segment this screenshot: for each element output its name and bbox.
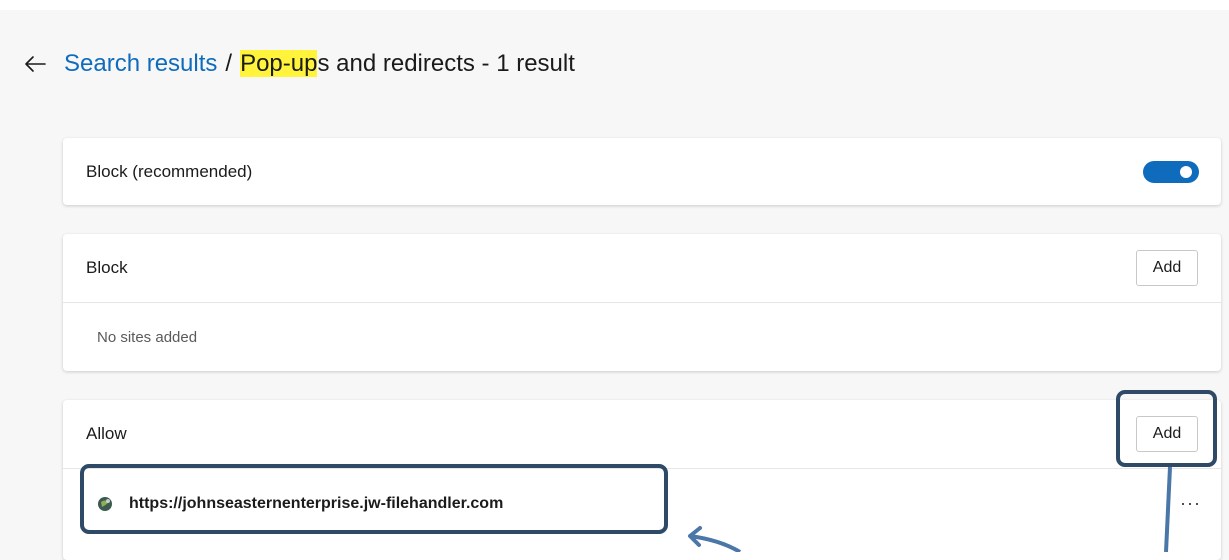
block-recommended-label: Block (recommended) bbox=[86, 161, 253, 181]
page-title: Pop-ups and redirects - 1 result bbox=[240, 50, 575, 78]
block-header-row: Block Add bbox=[63, 234, 1221, 302]
more-options-icon[interactable]: ··· bbox=[1180, 493, 1201, 514]
search-highlight: Pop-up bbox=[240, 50, 318, 77]
block-recommended-card: Block (recommended) bbox=[63, 138, 1221, 205]
allow-site-row: https://johnseasternenterprise.jw-fileha… bbox=[63, 468, 1221, 538]
block-recommended-row: Block (recommended) bbox=[63, 138, 1221, 205]
breadcrumb-separator: / bbox=[225, 50, 233, 77]
breadcrumb-search-results-link[interactable]: Search results bbox=[64, 50, 217, 78]
allow-add-button[interactable]: Add bbox=[1136, 416, 1198, 452]
toggle-knob bbox=[1180, 165, 1192, 178]
block-empty-row: No sites added bbox=[63, 302, 1221, 371]
allow-header-row: Allow Add bbox=[63, 400, 1221, 468]
globe-icon bbox=[97, 496, 113, 512]
top-band bbox=[0, 0, 1229, 10]
block-empty-text: No sites added bbox=[97, 328, 198, 346]
breadcrumb: Search results / Pop-ups and redirects -… bbox=[20, 44, 575, 84]
block-recommended-toggle[interactable] bbox=[1143, 160, 1199, 183]
block-card: Block Add No sites added bbox=[63, 234, 1221, 371]
block-label: Block bbox=[86, 258, 128, 277]
block-add-button[interactable]: Add bbox=[1136, 250, 1198, 286]
allow-label: Allow bbox=[86, 424, 127, 443]
allowed-site-url: https://johnseasternenterprise.jw-fileha… bbox=[129, 494, 504, 512]
allow-card: Allow Add https://johnseasternenterprise… bbox=[63, 400, 1221, 560]
page-title-rest: s and redirects - 1 result bbox=[317, 50, 575, 77]
back-arrow-icon[interactable] bbox=[20, 49, 50, 79]
